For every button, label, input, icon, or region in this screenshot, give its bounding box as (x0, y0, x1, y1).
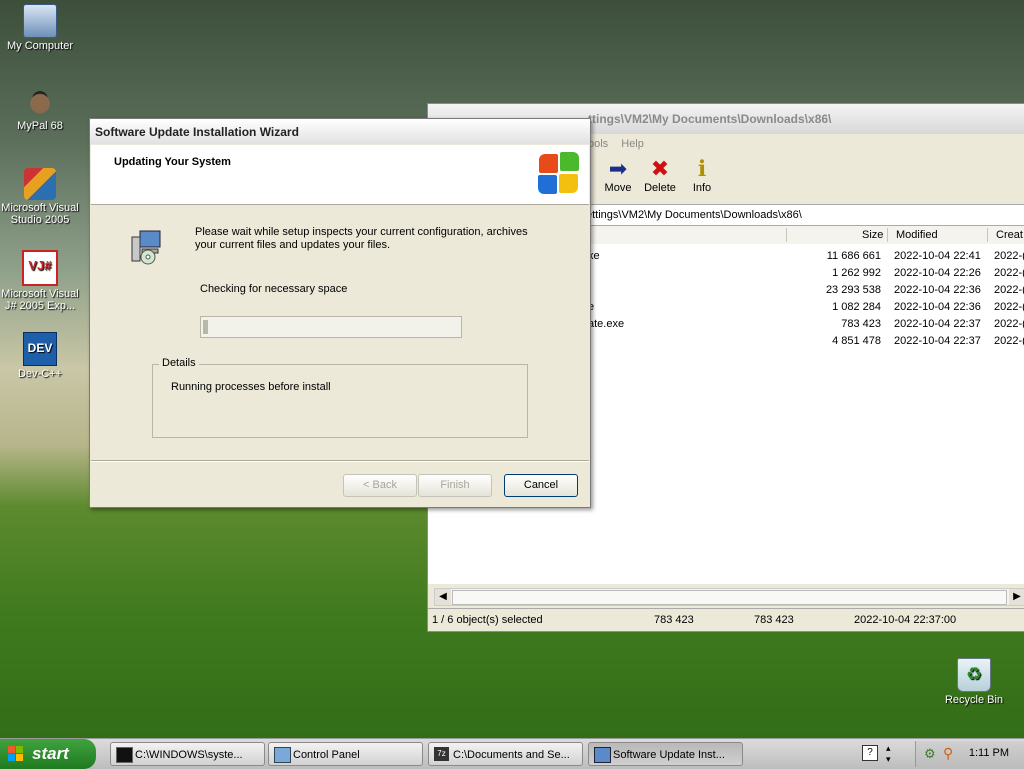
taskbar-item-control-panel[interactable]: Control Panel (268, 742, 423, 766)
finish-button[interactable]: Finish (418, 474, 492, 497)
update-wizard-dialog[interactable]: Software Update Installation Wizard Upda… (89, 118, 591, 508)
menu-help[interactable]: Help (621, 138, 644, 150)
desktop-icon-label: Microsoft Visual J# 2005 Exp... (1, 288, 79, 312)
vj-icon: VJ# (22, 250, 58, 286)
arrow-right-icon: ➡ (608, 156, 628, 181)
computer-cd-icon (130, 229, 164, 265)
details-group: Details Running processes before install (152, 357, 528, 438)
cancel-button[interactable]: Cancel (504, 474, 578, 497)
taskbar-item-7zip[interactable]: 7z C:\Documents and Se... (428, 742, 583, 766)
desktop-icon-recycle-bin[interactable]: ♻ Recycle Bin (934, 658, 1014, 706)
desktop-icon-mypal[interactable]: MyPal 68 (0, 86, 80, 132)
windows-flag-icon (8, 746, 23, 761)
taskbar-item-update-wizard[interactable]: Software Update Inst... (588, 742, 743, 766)
status-bar: 1 / 6 object(s) selected 783 423 783 423… (428, 608, 1024, 631)
desktop-icon-label: Microsoft Visual Studio 2005 (1, 202, 79, 226)
scroll-thumb[interactable] (452, 590, 1007, 605)
control-panel-icon (274, 747, 291, 763)
wait-message: Please wait while setup inspects your cu… (195, 226, 528, 251)
help-icon[interactable]: ? (862, 745, 878, 761)
wizard-heading: Updating Your System (114, 156, 231, 168)
computer-icon (23, 4, 57, 38)
status-message: Checking for necessary space (200, 283, 348, 295)
desktop-icon-label: MyPal 68 (17, 120, 63, 132)
progress-fill (203, 320, 208, 334)
system-tray: ⚙ ⚲ 1:11 PM (915, 741, 1024, 767)
network-icon[interactable]: ⚙ (924, 746, 936, 762)
info-icon: ℹ (697, 156, 707, 181)
wizard-title[interactable]: Software Update Installation Wizard (90, 119, 590, 144)
scroll-left-icon[interactable]: ◀ (435, 589, 451, 605)
progress-bar (200, 316, 462, 338)
raccoon-icon (24, 86, 56, 118)
installer-icon (594, 747, 611, 763)
info-button[interactable]: ℹ Info (680, 156, 724, 194)
details-text: Running processes before install (171, 381, 331, 393)
divider (91, 460, 589, 462)
desktop-icon-label: Recycle Bin (944, 694, 1004, 706)
search-icon[interactable]: ⚲ (943, 745, 953, 762)
details-legend: Details (159, 357, 199, 369)
scroll-right-icon[interactable]: ▶ (1009, 589, 1024, 605)
delete-button[interactable]: ✖ Delete (638, 156, 682, 194)
desktop-icon-visual-studio[interactable]: Microsoft Visual Studio 2005 (0, 168, 80, 226)
taskbar: start C:\WINDOWS\syste... Control Panel … (0, 738, 1024, 769)
status-size-1: 783 423 (654, 614, 694, 626)
console-icon (116, 747, 133, 763)
recycle-bin-icon: ♻ (957, 658, 991, 692)
menu-tools[interactable]: ools (588, 138, 608, 150)
delete-x-icon: ✖ (650, 156, 670, 181)
horizontal-scrollbar[interactable]: ◀ ▶ (434, 588, 1024, 606)
back-button[interactable]: < Back (343, 474, 417, 497)
dev-cpp-icon: DEV (23, 332, 57, 366)
desktop-icon-dev-cpp[interactable]: DEV Dev-C++ (0, 332, 80, 380)
windows-logo-icon (537, 151, 581, 197)
wizard-header: Updating Your System (91, 145, 589, 205)
column-created[interactable]: Creat (996, 229, 1023, 241)
status-selected: 1 / 6 object(s) selected (432, 614, 543, 626)
status-date: 2022-10-04 22:37:00 (854, 614, 957, 626)
move-button[interactable]: ➡ Move (596, 156, 640, 194)
desktop-icon-my-computer[interactable]: My Computer (0, 4, 80, 52)
desktop-icon-visual-j[interactable]: VJ# Microsoft Visual J# 2005 Exp... (0, 250, 80, 312)
clock: 1:11 PM (968, 747, 1009, 759)
7zip-icon: 7z (434, 747, 449, 761)
desktop-icon-label: My Computer (6, 40, 74, 52)
column-modified[interactable]: Modified (896, 229, 938, 241)
visual-studio-icon (24, 168, 56, 200)
column-size[interactable]: Size (862, 229, 883, 241)
status-size-2: 783 423 (754, 614, 794, 626)
taskbar-item-cmd[interactable]: C:\WINDOWS\syste... (110, 742, 265, 766)
desktop-icon-label: Dev-C++ (17, 368, 63, 380)
start-button[interactable]: start (0, 739, 96, 769)
chevron-down-icon[interactable]: ▴ ▾ (886, 743, 891, 765)
